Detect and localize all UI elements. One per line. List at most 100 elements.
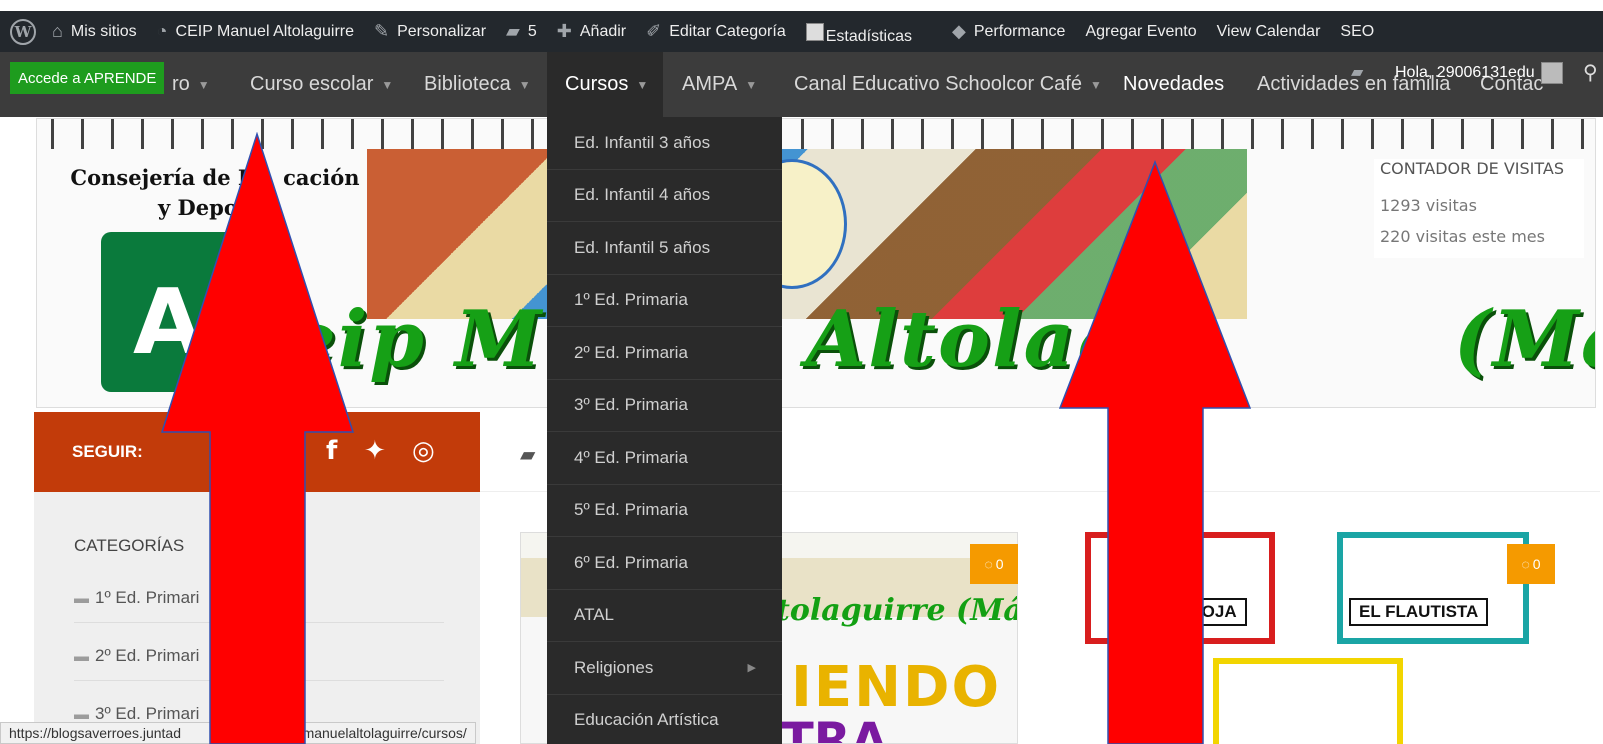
instagram-icon[interactable]: ◎	[412, 436, 435, 466]
admin-item-view-calendar[interactable]: View Calendar	[1217, 23, 1321, 41]
nav-label: ro	[172, 73, 190, 95]
user-account[interactable]: Hola, 29006131edu	[1395, 62, 1563, 84]
follow-label: SEGUIR:	[72, 442, 143, 461]
menu-item-primaria-4[interactable]: 4º Ed. Primaria	[547, 432, 782, 485]
comment-count-badge[interactable]: ◌ 0	[970, 544, 1018, 584]
menu-item-primaria-5[interactable]: 5º Ed. Primaria	[547, 485, 782, 537]
admin-item-label: Editar Categoría	[669, 22, 786, 40]
aprende-button[interactable]: Accede a APRENDE	[10, 62, 165, 94]
nav-label: AMPA	[682, 73, 738, 95]
twitter-icon[interactable]: ✦	[364, 436, 386, 466]
search-icon[interactable]: ⚲	[1583, 60, 1598, 84]
folder-open-icon: ▰	[520, 442, 536, 466]
admin-item-editar-categoria[interactable]: ✐ Editar Categoría	[646, 21, 786, 42]
menu-item-label: 5º Ed. Primaria	[574, 500, 688, 520]
counter-title: CONTADOR DE VISITAS	[1380, 159, 1565, 178]
admin-bar: W ⌂ Mis sitios ◔ CEIP Manuel Altolaguirre …	[0, 11, 1603, 52]
comment-count-badge[interactable]: ◌ 0	[1507, 544, 1555, 584]
card-image-text: TRA	[781, 713, 888, 744]
nav-item-novedades[interactable]: Novedades	[1123, 52, 1224, 117]
banner-title: Ceip M Altolagu (Málaga)	[222, 294, 1595, 385]
card-image-title: tolaguirre (Málaga)	[776, 593, 1017, 628]
wordpress-logo-icon[interactable]: W	[10, 18, 36, 45]
user-greeting: Hola, 29006131edu	[1395, 64, 1535, 81]
counter-total: 1293 visitas	[1380, 196, 1477, 215]
caret-down-icon: ▼	[197, 77, 210, 92]
status-url-start: https://blogsaverroes.juntad	[9, 725, 181, 741]
menu-item-primaria-3[interactable]: 3º Ed. Primaria	[547, 380, 782, 432]
nav-label: Cursos	[565, 73, 629, 95]
menu-item-infantil-4[interactable]: Ed. Infantil 4 años	[547, 170, 782, 222]
annotation-arrow-up	[1058, 160, 1252, 744]
admin-item-estadisticas[interactable]: Estadísticas	[805, 22, 912, 45]
story-tile	[1337, 532, 1529, 644]
annotation-arrow-up	[160, 132, 355, 744]
admin-item-label: Performance	[973, 22, 1066, 40]
house-network-icon: ⌂	[52, 21, 63, 41]
nav-label: Canal Educativo Schoolcor Café	[794, 73, 1082, 95]
nav-item-curso-escolar[interactable]: Curso escolar ▼	[250, 52, 393, 117]
folder-icon: ▬	[74, 648, 89, 665]
admin-item-anadir[interactable]: ✚ Añadir	[557, 21, 626, 42]
nav-item-canal-educativo[interactable]: Canal Educativo Schoolcor Café ▼	[794, 52, 1102, 117]
admin-item-comments[interactable]: ▰ 5	[506, 21, 537, 42]
brush-icon: ✎	[374, 21, 390, 41]
menu-item-primaria-2[interactable]: 2º Ed. Primaria	[547, 327, 782, 380]
menu-item-label: ATAL	[574, 605, 614, 625]
caret-down-icon: ▼	[381, 77, 394, 92]
admin-item-label: Agregar Evento	[1085, 22, 1197, 40]
dashboard-icon: ◔	[156, 21, 168, 41]
menu-item-infantil-3[interactable]: Ed. Infantil 3 años	[547, 117, 782, 170]
comment-bubble-icon: ◌	[984, 556, 993, 572]
menu-item-infantil-5[interactable]: Ed. Infantil 5 años	[547, 222, 782, 275]
badge-count: 0	[1532, 556, 1541, 572]
story-label: EL FLAUTISTA	[1349, 598, 1489, 626]
admin-item-agregar-evento[interactable]: Agregar Evento	[1085, 23, 1196, 41]
menu-item-label: Religiones	[574, 657, 654, 677]
folder-icon: ▬	[74, 590, 89, 607]
broken-image-icon	[805, 22, 824, 41]
nav-label: Novedades	[1123, 73, 1225, 95]
menu-item-label: 1º Ed. Primaria	[574, 290, 688, 310]
cursos-dropdown-menu: Ed. Infantil 3 años Ed. Infantil 4 años …	[547, 117, 782, 744]
admin-item-label: Estadísticas	[825, 27, 912, 45]
menu-item-label: Ed. Infantil 3 años	[574, 132, 711, 152]
nav-item-centro[interactable]: ro ▼	[172, 52, 210, 117]
menu-item-religiones[interactable]: Religiones ▶	[547, 642, 782, 695]
admin-item-site[interactable]: ◔ CEIP Manuel Altolaguirre	[157, 21, 354, 42]
caret-right-icon: ▶	[747, 662, 756, 675]
admin-item-seo[interactable]: SEO	[1340, 23, 1374, 41]
menu-item-label: 6º Ed. Primaria	[574, 552, 688, 572]
counter-month: 220 visitas este mes	[1380, 227, 1545, 246]
caret-down-icon: ▼	[1089, 77, 1102, 92]
admin-item-performance[interactable]: ◆ Performance	[952, 21, 1065, 42]
avatar	[1540, 62, 1563, 84]
badge-count: 0	[995, 556, 1004, 572]
nav-label: Biblioteca	[424, 73, 511, 95]
menu-item-label: 3º Ed. Primaria	[574, 395, 688, 415]
menu-item-primaria-6[interactable]: 6º Ed. Primaria	[547, 537, 782, 590]
nav-item-cursos[interactable]: Cursos ▼	[547, 52, 663, 117]
admin-item-label: Personalizar	[397, 22, 487, 40]
menu-item-label: Ed. Infantil 5 años	[574, 237, 711, 257]
admin-item-label: Mis sitios	[70, 22, 137, 40]
admin-item-mis-sitios[interactable]: ⌂ Mis sitios	[52, 21, 137, 42]
comment-icon: ▰	[506, 21, 520, 41]
admin-item-label: SEO	[1340, 22, 1375, 40]
nav-item-biblioteca[interactable]: Biblioteca ▼	[424, 52, 531, 117]
menu-item-label: Ed. Infantil 4 años	[574, 185, 711, 205]
menu-item-educacion-artistica[interactable]: Educación Artística	[547, 695, 782, 744]
admin-item-label: View Calendar	[1216, 22, 1321, 40]
menu-item-atal[interactable]: ATAL	[547, 590, 782, 642]
comment-bubble-icon: ◌	[1521, 556, 1530, 572]
nav-item-ampa[interactable]: AMPA ▼	[682, 52, 757, 117]
menu-item-primaria-1[interactable]: 1º Ed. Primaria	[547, 275, 782, 327]
admin-item-label: Añadir	[579, 22, 627, 40]
comment-icon[interactable]: ▰	[1351, 62, 1363, 81]
nav-label: Curso escolar	[250, 73, 374, 95]
caret-down-icon: ▼	[518, 77, 531, 92]
folder-icon: ▬	[74, 706, 89, 723]
card-image-text: IENDO	[791, 655, 1002, 720]
admin-item-personalizar[interactable]: ✎ Personalizar	[374, 21, 486, 42]
menu-item-label: Educación Artística	[574, 710, 719, 730]
